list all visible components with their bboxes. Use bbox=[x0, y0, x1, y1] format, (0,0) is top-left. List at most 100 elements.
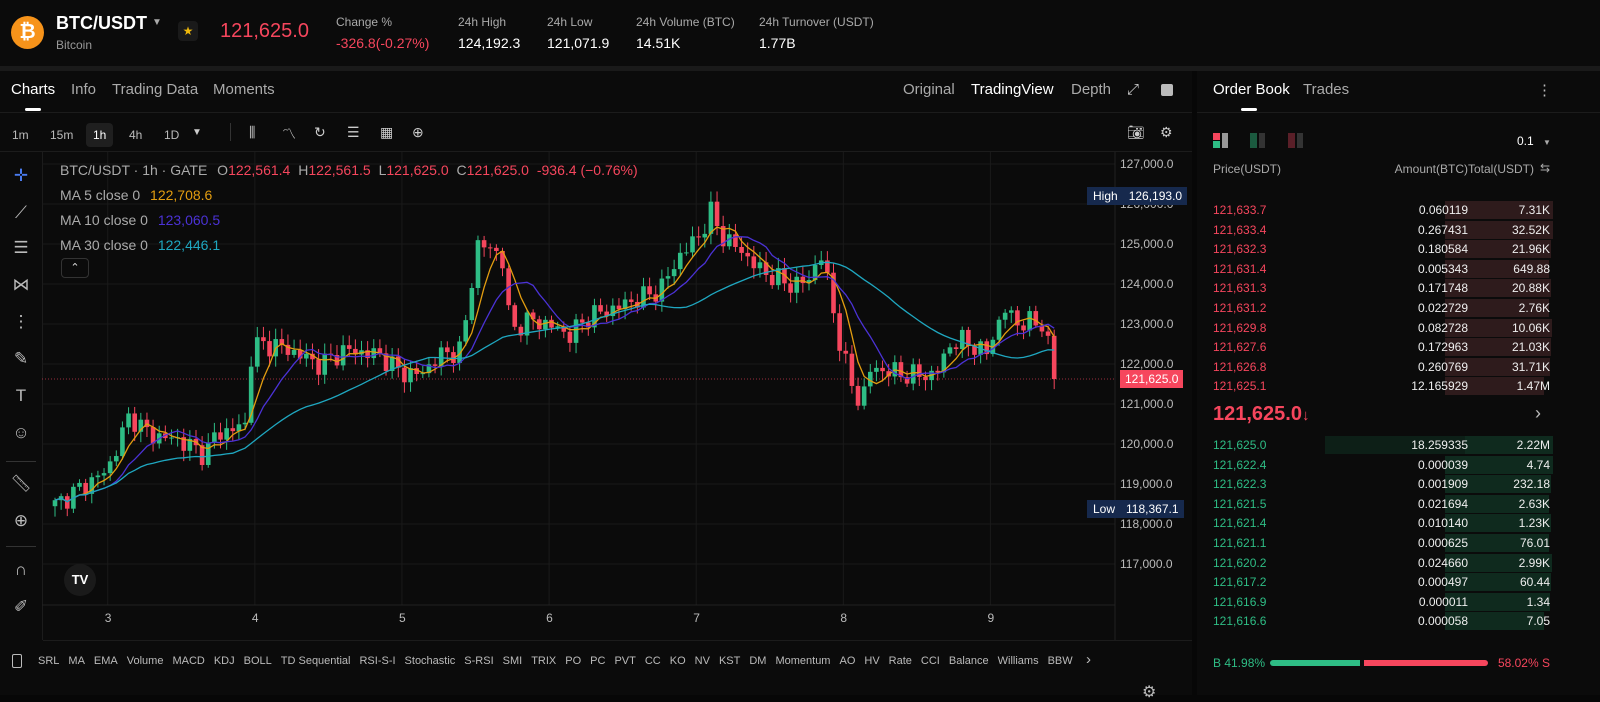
indicator-ema[interactable]: EMA bbox=[94, 655, 118, 667]
collapse-legend-button[interactable]: ⌃ bbox=[61, 258, 89, 278]
expand-icon[interactable]: ⤢ bbox=[1127, 81, 1139, 98]
bid-row[interactable]: 121,621.5 0.021694 2.63K bbox=[1197, 494, 1600, 514]
indicator-po[interactable]: PO bbox=[565, 655, 581, 667]
camera-icon[interactable]: 📷︎ bbox=[1127, 124, 1145, 141]
indicator-pc[interactable]: PC bbox=[590, 655, 605, 667]
indicator-panel-icon[interactable] bbox=[12, 654, 22, 668]
indicator-momentum[interactable]: Momentum bbox=[775, 655, 830, 667]
pattern-icon[interactable]: ⋈ bbox=[8, 275, 34, 295]
text-icon[interactable]: T bbox=[8, 386, 34, 406]
book-bids-view-icon[interactable] bbox=[1250, 133, 1268, 149]
bid-row[interactable]: 121,621.1 0.000625 76.01 bbox=[1197, 534, 1600, 553]
layout-grid-icon[interactable]: ▦ bbox=[380, 124, 393, 141]
indicator-smi[interactable]: SMI bbox=[503, 655, 523, 667]
indicator-pvt[interactable]: PVT bbox=[614, 655, 635, 667]
timeframe-1m[interactable]: 1m bbox=[5, 123, 36, 147]
ask-row[interactable]: 121,625.1 12.165929 1.47M bbox=[1197, 377, 1600, 396]
indicator-ko[interactable]: KO bbox=[670, 655, 686, 667]
chevron-right-icon[interactable]: › bbox=[1086, 651, 1091, 668]
indicator-kdj[interactable]: KDJ bbox=[214, 655, 235, 667]
indicator-ao[interactable]: AO bbox=[839, 655, 855, 667]
timeframe-1d[interactable]: 1D bbox=[157, 123, 186, 147]
ask-row[interactable]: 121,629.8 0.082728 10.06K bbox=[1197, 318, 1600, 338]
indicator-nv[interactable]: NV bbox=[695, 655, 710, 667]
ask-row[interactable]: 121,626.8 0.260769 31.71K bbox=[1197, 357, 1600, 377]
trendline-icon[interactable]: ⟋ bbox=[8, 203, 34, 223]
ask-row[interactable]: 121,631.3 0.171748 20.88K bbox=[1197, 279, 1600, 298]
ask-row[interactable]: 121,631.2 0.022729 2.76K bbox=[1197, 299, 1600, 318]
ruler-icon[interactable]: 📏︎ bbox=[8, 474, 34, 494]
indicator-td-sequential[interactable]: TD Sequential bbox=[281, 655, 351, 667]
emoji-icon[interactable]: ☺ bbox=[8, 423, 34, 443]
tradingview-logo-icon[interactable]: TV bbox=[64, 564, 96, 596]
bid-row[interactable]: 121,616.6 0.000058 7.05 bbox=[1197, 612, 1600, 631]
replay-icon[interactable]: ↻ bbox=[314, 124, 326, 141]
bid-row[interactable]: 121,617.2 0.000497 60.44 bbox=[1197, 573, 1600, 592]
indicator-ma[interactable]: MA bbox=[68, 655, 85, 667]
tab-trades[interactable]: Trades bbox=[1303, 81, 1349, 98]
horizontal-lines-icon[interactable]: ☰ bbox=[8, 238, 34, 258]
ask-row[interactable]: 121,633.7 0.060119 7.31K bbox=[1197, 201, 1600, 220]
indicator-williams[interactable]: Williams bbox=[998, 655, 1039, 667]
tab-charts[interactable]: Charts bbox=[11, 81, 55, 98]
indicator-stochastic[interactable]: Stochastic bbox=[405, 655, 456, 667]
ask-row[interactable]: 121,632.3 0.180584 21.96K bbox=[1197, 240, 1600, 259]
zoom-in-icon[interactable]: ⊕ bbox=[8, 511, 34, 531]
view-depth[interactable]: Depth bbox=[1071, 81, 1111, 98]
bid-row[interactable]: 121,616.9 0.000011 1.34 bbox=[1197, 592, 1600, 612]
ask-row[interactable]: 121,633.4 0.267431 32.52K bbox=[1197, 220, 1600, 240]
ask-row[interactable]: 121,631.4 0.005343 649.88 bbox=[1197, 259, 1600, 279]
indicator-s-rsi[interactable]: S-RSI bbox=[464, 655, 493, 667]
axis-settings-icon[interactable]: ⚙ bbox=[1142, 682, 1156, 702]
indicator-volume[interactable]: Volume bbox=[127, 655, 164, 667]
chevron-down-icon[interactable]: ▼ bbox=[192, 127, 202, 138]
indicator-dm[interactable]: DM bbox=[749, 655, 766, 667]
indicator-hv[interactable]: HV bbox=[864, 655, 879, 667]
indicator-macd[interactable]: MACD bbox=[172, 655, 204, 667]
favorite-star-icon[interactable]: ★ bbox=[178, 21, 198, 41]
template-icon[interactable]: ☰ bbox=[347, 124, 360, 141]
ask-row[interactable]: 121,627.6 0.172963 21.03K bbox=[1197, 338, 1600, 357]
indicator-boll[interactable]: BOLL bbox=[244, 655, 272, 667]
view-tradingview[interactable]: TradingView bbox=[971, 81, 1054, 98]
indicator-balance[interactable]: Balance bbox=[949, 655, 989, 667]
tab-trading-data[interactable]: Trading Data bbox=[112, 81, 198, 98]
indicator-srl[interactable]: SRL bbox=[38, 655, 59, 667]
fib-icon[interactable]: ⋮ bbox=[8, 312, 34, 332]
view-original[interactable]: Original bbox=[903, 81, 955, 98]
bid-row[interactable]: 121,625.0 18.259335 2.22M bbox=[1197, 436, 1600, 455]
indicator-kst[interactable]: KST bbox=[719, 655, 740, 667]
indicator-rsi-s-i[interactable]: RSI-S-I bbox=[359, 655, 395, 667]
fullscreen-icon[interactable] bbox=[1161, 84, 1173, 96]
timeframe-1h[interactable]: 1h bbox=[86, 123, 114, 147]
price-chart[interactable]: BTC/USDT · 1h · GATE O122,561.4 H122,561… bbox=[42, 152, 1192, 701]
settings-gear-icon[interactable]: ⚙ bbox=[1160, 124, 1173, 141]
candle-type-icon[interactable]: ⫼ bbox=[249, 124, 255, 141]
crosshair-icon[interactable]: ✛ bbox=[8, 166, 34, 186]
chevron-down-icon[interactable]: ▼ bbox=[152, 17, 162, 28]
tab-info[interactable]: Info bbox=[71, 81, 96, 98]
book-asks-view-icon[interactable] bbox=[1288, 133, 1306, 149]
indicator-cc[interactable]: CC bbox=[645, 655, 661, 667]
brush-icon[interactable]: ✎ bbox=[8, 349, 34, 369]
timeframe-15m[interactable]: 15m bbox=[43, 123, 80, 147]
bid-row[interactable]: 121,622.4 0.000039 4.74 bbox=[1197, 455, 1600, 475]
indicators-icon[interactable]: 〽 bbox=[282, 124, 296, 144]
indicator-trix[interactable]: TRIX bbox=[531, 655, 556, 667]
swap-icon[interactable]: ⇆ bbox=[1540, 161, 1550, 175]
precision-select[interactable]: 0.1 ▼ bbox=[1517, 134, 1551, 148]
tab-moments[interactable]: Moments bbox=[213, 81, 275, 98]
timeframe-4h[interactable]: 4h bbox=[122, 123, 149, 147]
bid-row[interactable]: 121,621.4 0.010140 1.23K bbox=[1197, 514, 1600, 533]
bid-row[interactable]: 121,622.3 0.001909 232.18 bbox=[1197, 475, 1600, 494]
tab-order-book[interactable]: Order Book bbox=[1213, 81, 1290, 98]
bid-row[interactable]: 121,620.2 0.024660 2.99K bbox=[1197, 553, 1600, 573]
lock-drawing-icon[interactable]: ✐ bbox=[8, 597, 34, 617]
indicator-rate[interactable]: Rate bbox=[889, 655, 912, 667]
chevron-right-icon[interactable]: › bbox=[1535, 403, 1541, 424]
add-circle-icon[interactable]: ⊕ bbox=[412, 124, 424, 141]
indicator-bbw[interactable]: BBW bbox=[1048, 655, 1073, 667]
book-both-view-icon[interactable] bbox=[1213, 133, 1231, 149]
more-options-icon[interactable]: ⋮ bbox=[1537, 81, 1552, 99]
pair-selector[interactable]: BTC/USDT bbox=[56, 13, 147, 34]
